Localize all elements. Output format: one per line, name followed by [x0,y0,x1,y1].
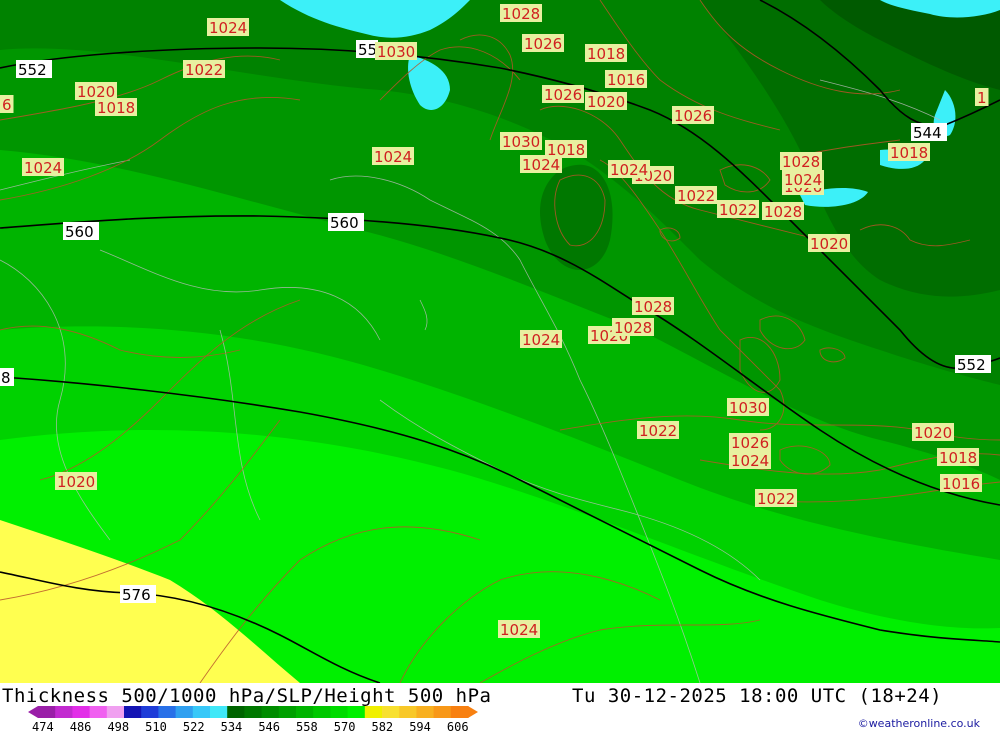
scale-swatch [192,706,211,718]
pressure-label: 6 [2,96,12,114]
pressure-label: 1026 [524,35,562,53]
scale-swatch [261,706,280,718]
height-label: 560 [65,223,94,241]
credit-link[interactable]: ©weatheronline.co.uk [858,717,980,730]
scale-tick-label: 558 [296,720,318,732]
pressure-label: 1020 [57,473,95,491]
pressure-label: 1024 [731,452,769,470]
pressure-label: 1022 [757,490,795,508]
scale-swatch [450,706,469,718]
map-title: Thickness 500/1000 hPa/SLP/Height 500 hP… [2,685,492,707]
pressure-label: 1026 [731,434,769,452]
scale-swatch [141,706,159,718]
height-label: 8 [1,369,11,387]
scale-right-arrow [468,706,478,718]
scale-swatch [313,706,331,718]
weather-map: 552 560 560 544 552 576 8 55 1024 1028 103… [0,0,1000,683]
scale-tick-label: 522 [183,720,205,732]
scale-tick-label: 606 [447,720,469,732]
scale-swatch [38,706,56,718]
scale-tick-label: 474 [32,720,54,732]
pressure-label: 1028 [764,203,802,221]
scale-tick-label: 510 [145,720,167,732]
pressure-label: 1022 [639,422,677,440]
pressure-label: 1024 [374,148,412,166]
height-label: 552 [957,356,986,374]
pressure-label: 1024 [522,331,560,349]
pressure-label: 1030 [729,399,767,417]
pressure-label: 1 [977,89,987,107]
pressure-label: 1024 [24,159,62,177]
height-label: 560 [330,214,359,232]
pressure-label: 1024 [209,19,247,37]
scale-swatch [124,706,142,718]
pressure-label: 1018 [587,45,625,63]
scale-tick-label: 486 [70,720,92,732]
scale-swatch [227,706,245,718]
pressure-label: 1030 [377,43,415,61]
pressure-label: 1024 [784,171,822,189]
pressure-label: 1016 [942,475,980,493]
scale-tick-label: 582 [371,720,393,732]
pressure-label: 1026 [544,86,582,104]
height-label: 576 [122,586,151,604]
color-scale: 474 486 498 510 522 534 546 558 570 582 594 606 [28,706,478,732]
pressure-label: 1028 [502,5,540,23]
pressure-label: 1022 [185,61,223,79]
scale-tick-label: 546 [258,720,280,732]
scale-swatch [106,706,125,718]
scale-swatch [416,706,435,718]
pressure-label: 1022 [719,201,757,219]
scale-swatch [364,706,383,718]
scale-tick-label: 570 [334,720,356,732]
scale-swatch [399,706,417,718]
scale-swatch [296,706,314,718]
scale-swatch [158,706,177,718]
scale-tick-label: 498 [107,720,129,732]
scale-swatch [433,706,452,718]
footer-bar: Thickness 500/1000 hPa/SLP/Height 500 hP… [0,683,1000,733]
pressure-label: 1028 [782,153,820,171]
pressure-label: 1024 [522,156,560,174]
scale-swatch [278,706,297,718]
scale-swatch [55,706,73,718]
scale-swatch [72,706,91,718]
pressure-label: 1020 [914,424,952,442]
pressure-label: 1018 [890,144,928,162]
pressure-label: 1030 [502,133,540,151]
scale-swatch [347,706,366,718]
pressure-label: 1024 [500,621,538,639]
scale-swatch [382,706,400,718]
pressure-label: 1024 [610,161,648,179]
pressure-label: 1026 [674,107,712,125]
pressure-label: 1018 [939,449,977,467]
scale-swatch [89,706,108,718]
pressure-label: 1020 [810,235,848,253]
scale-tick-label: 594 [409,720,431,732]
height-label: 55 [358,41,377,59]
pressure-label: 1020 [587,93,625,111]
pressure-label: 1028 [634,298,672,316]
pressure-label: 1016 [607,71,645,89]
scale-tick-label: 534 [221,720,243,732]
scale-swatch [244,706,263,718]
height-label: 552 [18,61,47,79]
map-canvas: 552 560 560 544 552 576 8 55 10241028103… [0,0,1000,683]
map-datetime: Tu 30-12-2025 18:00 UTC (18+24) [572,685,943,707]
scale-swatch [210,706,228,718]
scale-swatch [330,706,349,718]
pressure-label: 1028 [614,319,652,337]
pressure-label: 1022 [677,187,715,205]
pressure-label: 1018 [97,99,135,117]
scale-left-arrow [28,706,38,718]
height-label: 544 [913,124,942,142]
scale-swatch [175,706,194,718]
